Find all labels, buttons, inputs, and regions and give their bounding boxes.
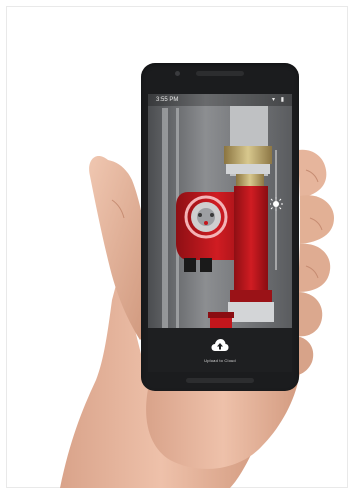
camera-viewfinder[interactable]: 3:55 PM ▾ ▮ Upload to Cloud: [148, 94, 292, 372]
exposure-slider[interactable]: [270, 150, 290, 270]
cloud-upload-icon: [211, 339, 229, 351]
upload-label: Upload to Cloud: [204, 358, 236, 363]
front-camera: [175, 71, 180, 76]
bottom-speaker: [186, 378, 254, 383]
status-bar: 3:55 PM ▾ ▮: [148, 94, 292, 106]
earpiece-speaker: [196, 71, 244, 76]
capture-bar: Upload to Cloud: [148, 328, 292, 372]
upload-button[interactable]: [209, 336, 231, 354]
status-icons: ▾ ▮: [272, 97, 286, 103]
smartphone: 3:55 PM ▾ ▮ Upload to Cloud: [141, 63, 299, 391]
status-time: 3:55 PM: [156, 97, 179, 103]
